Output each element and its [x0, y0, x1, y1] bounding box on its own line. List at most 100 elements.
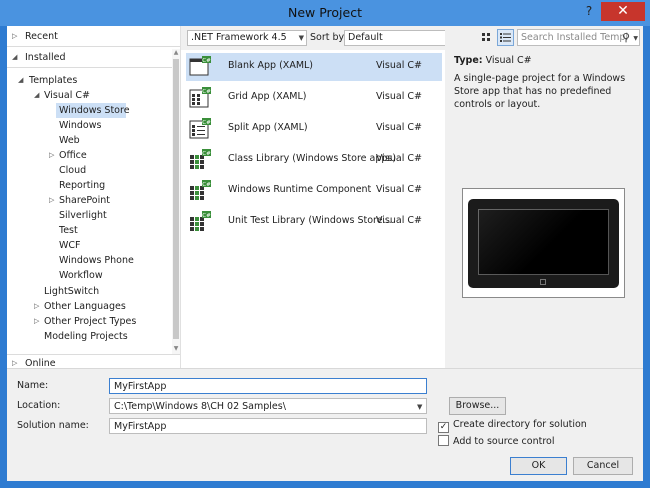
template-item[interactable]: C# Unit Test Library (Windows Store... Vis…: [186, 208, 442, 236]
grid-icon: [482, 33, 490, 41]
tree-node-visual-csharp[interactable]: ◢ Visual C#: [7, 88, 172, 103]
chevron-down-icon[interactable]: ◢: [34, 88, 42, 103]
location-input[interactable]: [109, 398, 427, 414]
list-icon: [500, 33, 511, 42]
list-view-button[interactable]: [497, 29, 514, 46]
svg-text:C#: C#: [202, 182, 211, 188]
tree-node-reporting[interactable]: Reporting: [7, 178, 172, 193]
search-icon[interactable]: ⚲: [622, 30, 630, 45]
tablet-glare: [478, 209, 609, 275]
tree-scrollbar[interactable]: ▲ ▼: [172, 49, 180, 354]
unit-test-icon: C#: [188, 210, 212, 234]
tree-node-workflow[interactable]: Workflow: [7, 268, 172, 283]
framework-select-value: .NET Framework 4.5: [191, 32, 287, 43]
tree-divider: [7, 46, 180, 47]
svg-text:C#: C#: [202, 120, 211, 126]
tree-node-web[interactable]: Web: [7, 133, 172, 148]
tree-node-label: Reporting: [59, 180, 106, 191]
svg-text:C#: C#: [202, 89, 211, 95]
framework-select[interactable]: .NET Framework 4.5 ▼: [187, 30, 307, 46]
tree-divider: [7, 67, 180, 68]
tree-node-label: Web: [59, 135, 80, 146]
create-directory-checkbox-row[interactable]: ✓ Create directory for solution: [438, 419, 587, 433]
tree-node-lightswitch-label: LightSwitch: [44, 286, 100, 297]
tree-node-recent[interactable]: ▷ Recent: [7, 29, 180, 44]
add-source-control-checkbox[interactable]: [438, 435, 449, 446]
project-form: Name: Location: ▼ Browse... Solution nam…: [7, 368, 643, 481]
tree-node-label: Test: [59, 225, 78, 236]
name-input[interactable]: [109, 378, 427, 394]
chevron-down-icon[interactable]: ◢: [12, 50, 20, 65]
chevron-down-icon[interactable]: ◢: [18, 73, 26, 88]
tree-node-test[interactable]: Test: [7, 223, 172, 238]
template-language: Visual C#: [376, 215, 422, 226]
help-button[interactable]: ?: [578, 2, 600, 21]
tree-node-other-languages[interactable]: ▷ Other Languages: [7, 299, 172, 314]
type-value: Visual C#: [485, 55, 532, 66]
chevron-right-icon[interactable]: ▷: [34, 299, 42, 314]
location-label: Location:: [17, 400, 61, 411]
create-directory-checkbox[interactable]: ✓: [438, 422, 449, 433]
add-source-control-checkbox-row[interactable]: Add to source control: [438, 435, 554, 447]
chevron-right-icon[interactable]: ▷: [12, 29, 20, 44]
template-item[interactable]: C# Windows Runtime Component Visual C#: [186, 177, 442, 205]
ok-button[interactable]: OK: [510, 457, 567, 475]
template-item[interactable]: C# Blank App (XAML) Visual C#: [186, 53, 442, 81]
chevron-down-icon[interactable]: ▼: [633, 31, 638, 45]
tree-node-other-project-types[interactable]: ▷ Other Project Types: [7, 314, 172, 329]
tree-node-modeling-projects[interactable]: Modeling Projects: [7, 329, 172, 344]
scroll-thumb[interactable]: [173, 59, 179, 339]
tree-node-windows-phone[interactable]: Windows Phone: [7, 253, 172, 268]
type-label: Type:: [454, 55, 483, 66]
details-pane: Search Installed Templ ⚲ ▼ Type: Visual …: [445, 26, 643, 368]
template-item[interactable]: C# Split App (XAML) Visual C#: [186, 115, 442, 143]
template-name: Windows Runtime Component: [228, 184, 372, 195]
tree-node-silverlight[interactable]: Silverlight: [7, 208, 172, 223]
search-input[interactable]: Search Installed Templ ⚲ ▼: [517, 29, 640, 46]
tree-node-lightswitch[interactable]: LightSwitch: [7, 284, 172, 299]
template-language: Visual C#: [376, 153, 422, 164]
tree-node-modeling-projects-label: Modeling Projects: [44, 331, 128, 342]
svg-text:C#: C#: [202, 151, 211, 157]
template-list: C# Blank App (XAML) Visual C# C# Grid App (X…: [181, 53, 446, 253]
tree-node-templates[interactable]: ◢ Templates: [7, 73, 172, 88]
tree-node-sharepoint[interactable]: ▷ SharePoint: [7, 193, 172, 208]
create-directory-label: Create directory for solution: [453, 419, 587, 430]
template-name: Class Library (Windows Store apps): [228, 153, 397, 164]
chevron-down-icon: ▼: [298, 34, 304, 42]
tree-divider: [7, 354, 180, 355]
search-placeholder: Search Installed Templ: [521, 32, 629, 43]
name-label: Name:: [17, 380, 49, 391]
tree-node-installed[interactable]: ◢ Installed: [7, 50, 180, 65]
solution-name-label: Solution name:: [17, 420, 89, 431]
solution-name-input[interactable]: [109, 418, 427, 434]
tablet-preview-image: [462, 188, 625, 298]
cancel-button[interactable]: Cancel: [573, 457, 633, 475]
split-app-icon: C#: [188, 117, 212, 141]
tree-node-cloud[interactable]: Cloud: [7, 163, 172, 178]
chevron-right-icon[interactable]: ▷: [49, 193, 57, 208]
chevron-right-icon[interactable]: ▷: [34, 314, 42, 329]
chevron-right-icon[interactable]: ▷: [49, 148, 57, 163]
chevron-down-icon[interactable]: ▼: [417, 403, 422, 411]
tree-node-label: WCF: [59, 240, 81, 251]
svg-text:C#: C#: [202, 58, 211, 64]
tree-node-windows-store[interactable]: Windows Store: [56, 103, 130, 118]
template-list-pane: .NET Framework 4.5 ▼ Sort by: Default ▼ …: [180, 26, 470, 368]
template-toolbar: .NET Framework 4.5 ▼ Sort by: Default ▼: [181, 26, 470, 50]
tree-node-windows[interactable]: Windows: [7, 118, 172, 133]
tree-node-office[interactable]: ▷ Office: [7, 148, 172, 163]
small-icons-view-button[interactable]: [478, 29, 495, 46]
browse-button[interactable]: Browse...: [449, 397, 506, 415]
template-item[interactable]: C# Grid App (XAML) Visual C#: [186, 84, 442, 112]
tree-node-wcf[interactable]: WCF: [7, 238, 172, 253]
template-name: Blank App (XAML): [228, 60, 314, 71]
scroll-up-icon[interactable]: ▲: [172, 49, 180, 56]
template-language: Visual C#: [376, 91, 422, 102]
blank-app-icon: C#: [188, 55, 212, 79]
sort-select-value: Default: [348, 32, 383, 43]
title-bar[interactable]: New Project ? ✕: [0, 0, 650, 26]
close-button[interactable]: ✕: [601, 2, 645, 21]
scroll-down-icon[interactable]: ▼: [172, 345, 180, 352]
template-item[interactable]: C# Class Library (Windows Store apps) Visu…: [186, 146, 442, 174]
